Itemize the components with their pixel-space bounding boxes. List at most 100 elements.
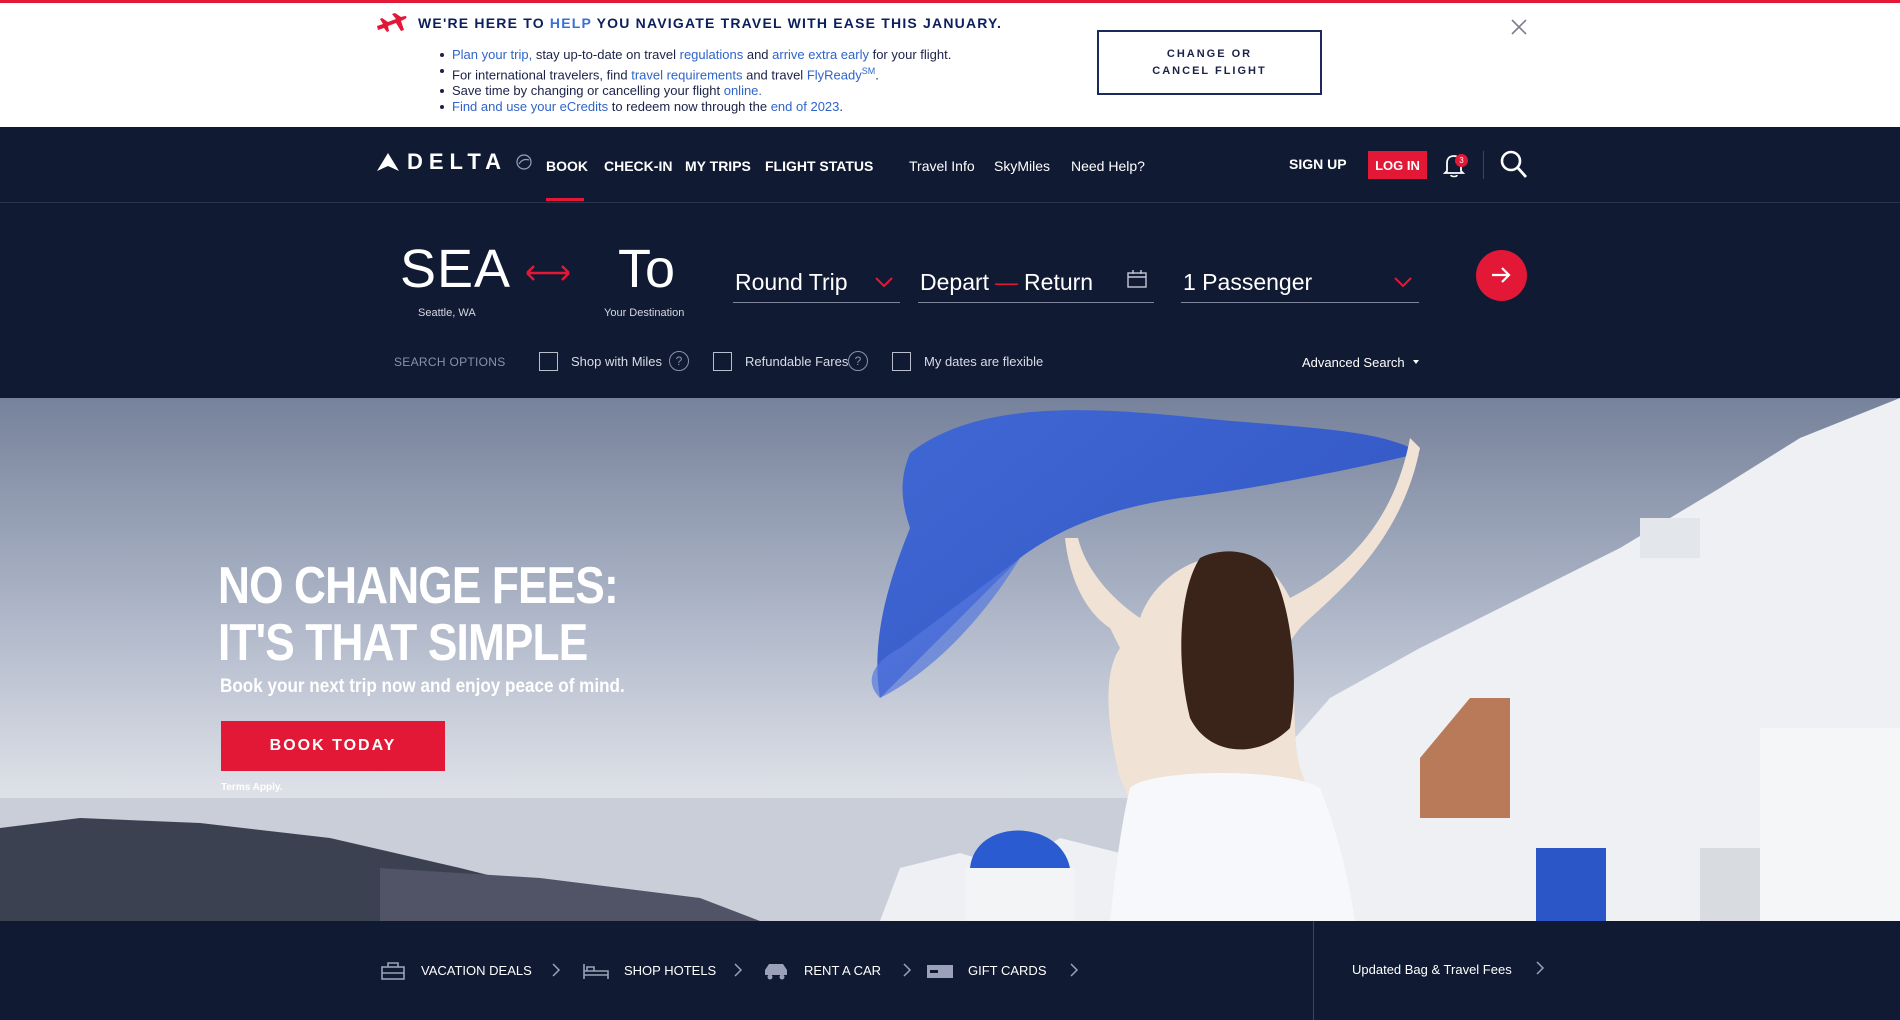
refundable-fares-label: Refundable Fares bbox=[745, 354, 849, 369]
alert-banner: WE'RE HERE TO HELP YOU NAVIGATE TRAVEL W… bbox=[0, 0, 1900, 127]
alert-inline-link[interactable]: SM bbox=[862, 66, 876, 76]
destination-airport[interactable]: To bbox=[618, 238, 675, 300]
alert-list-item: Find and use your eCredits to redeem now… bbox=[439, 99, 951, 115]
nav-divider bbox=[1483, 151, 1484, 179]
shop-with-miles-checkbox[interactable] bbox=[539, 352, 558, 371]
help-icon[interactable]: ? bbox=[848, 351, 868, 371]
alert-text: Save time by changing or cancelling your… bbox=[452, 83, 724, 99]
gift-card-icon bbox=[927, 964, 953, 978]
nav-check-in[interactable]: CHECK-IN bbox=[604, 158, 672, 174]
gift-cards-label: GIFT CARDS bbox=[968, 963, 1047, 978]
calendar-icon bbox=[1127, 270, 1147, 288]
destination-label: Your Destination bbox=[604, 307, 685, 319]
swap-arrows-icon[interactable] bbox=[524, 263, 572, 283]
help-link[interactable]: HELP bbox=[550, 15, 592, 31]
date-picker[interactable]: Depart — Return bbox=[918, 263, 1154, 303]
flexible-dates-checkbox[interactable] bbox=[892, 352, 911, 371]
flexible-dates-label: My dates are flexible bbox=[924, 354, 1044, 369]
alert-inline-link[interactable]: FlyReady bbox=[807, 67, 862, 82]
vacation-deals-link[interactable]: VACATION DEALS bbox=[379, 921, 532, 1020]
passenger-value: 1 Passenger bbox=[1183, 269, 1313, 295]
alert-text: for your flight. bbox=[868, 47, 952, 62]
delta-widget-icon bbox=[377, 153, 399, 171]
alert-list-item: For international travelers, find travel… bbox=[439, 63, 951, 83]
chevron-right-icon bbox=[552, 963, 561, 977]
rent-a-car-label: RENT A CAR bbox=[804, 963, 882, 978]
alert-title-text: WE'RE HERE TO bbox=[418, 15, 550, 31]
trip-type-value: Round Trip bbox=[735, 269, 848, 295]
hero-headline-2: IT'S THAT SIMPLE bbox=[218, 614, 588, 672]
trip-type-select[interactable]: Round Trip bbox=[733, 263, 900, 303]
notification-badge: 3 bbox=[1455, 154, 1468, 167]
nav-flight-status[interactable]: FLIGHT STATUS bbox=[765, 158, 873, 174]
alert-inline-link[interactable]: online. bbox=[724, 83, 762, 98]
caret-down-icon bbox=[1413, 360, 1419, 364]
shop-hotels-label: SHOP HOTELS bbox=[624, 963, 717, 978]
refundable-fares-checkbox[interactable] bbox=[713, 352, 732, 371]
nav-book[interactable]: BOOK bbox=[546, 158, 588, 174]
date-separator: — bbox=[995, 269, 1019, 295]
origin-city: Seattle, WA bbox=[418, 307, 476, 319]
vacation-deals-label: VACATION DEALS bbox=[421, 963, 532, 978]
gift-cards-link[interactable]: GIFT CARDS bbox=[926, 921, 1047, 1020]
alert-text: . bbox=[839, 99, 844, 115]
main-nav: DELTA BOOK CHECK-IN MY TRIPS FLIGHT STAT… bbox=[0, 127, 1900, 203]
skyteam-icon bbox=[516, 154, 532, 170]
search-options-label: SEARCH OPTIONS bbox=[394, 355, 506, 369]
alert-inline-link[interactable]: end of 2023 bbox=[771, 99, 840, 114]
alert-list-item: Plan your trip, stay up-to-date on trave… bbox=[439, 47, 952, 63]
chevron-down-icon bbox=[875, 277, 893, 288]
terms-link[interactable]: Terms Apply. bbox=[221, 782, 283, 793]
nav-need-help[interactable]: Need Help? bbox=[1071, 158, 1145, 174]
alert-list: Plan your trip, stay up-to-date on trave… bbox=[439, 47, 952, 115]
car-icon bbox=[765, 963, 787, 979]
alert-text: to redeem now through the bbox=[608, 99, 771, 115]
arrow-right-icon bbox=[1492, 267, 1511, 283]
alert-inline-link[interactable]: travel requirements bbox=[631, 67, 742, 82]
alert-text: . bbox=[875, 67, 879, 83]
alert-title-text: YOU NAVIGATE TRAVEL WITH EASE THIS JANUA… bbox=[591, 15, 1003, 31]
alert-inline-link[interactable]: Plan your trip, bbox=[452, 47, 532, 62]
log-in-button[interactable]: LOG IN bbox=[1368, 151, 1427, 179]
origin-airport[interactable]: SEA bbox=[400, 238, 511, 300]
advanced-search-link[interactable]: Advanced Search bbox=[1302, 355, 1405, 370]
alert-text: stay up-to-date on travel bbox=[532, 47, 680, 62]
bottom-links-bar: VACATION DEALS SHOP HOTELS RENT A CAR GI… bbox=[0, 921, 1900, 1020]
bottom-divider bbox=[1313, 921, 1314, 1020]
active-tab-indicator bbox=[546, 198, 584, 201]
bag-travel-fees-link[interactable]: Updated Bag & Travel Fees bbox=[1352, 962, 1512, 977]
hero-subheadline: Book your next trip now and enjoy peace … bbox=[220, 676, 625, 697]
chevron-right-icon bbox=[734, 963, 743, 977]
close-icon[interactable] bbox=[1509, 17, 1529, 37]
logo-text: DELTA bbox=[407, 149, 508, 174]
sign-up-link[interactable]: SIGN UP bbox=[1289, 156, 1347, 172]
bed-icon bbox=[583, 963, 609, 979]
nav-travel-info[interactable]: Travel Info bbox=[909, 158, 975, 174]
hero-headline-1: NO CHANGE FEES: bbox=[218, 557, 619, 615]
help-icon[interactable]: ? bbox=[669, 351, 689, 371]
delta-logo[interactable]: DELTA bbox=[377, 149, 533, 175]
chevron-down-icon bbox=[1394, 277, 1412, 288]
shop-hotels-link[interactable]: SHOP HOTELS bbox=[582, 921, 716, 1020]
search-flights-button[interactable] bbox=[1476, 250, 1527, 301]
alert-text: For international travelers, find bbox=[452, 67, 632, 83]
change-cancel-flight-button[interactable]: CHANGE OR CANCEL FLIGHT bbox=[1097, 30, 1322, 95]
chevron-right-icon bbox=[903, 963, 912, 977]
depart-label: Depart bbox=[920, 269, 990, 295]
chevron-right-icon bbox=[1070, 963, 1079, 977]
book-today-button[interactable]: BOOK TODAY bbox=[221, 721, 445, 771]
chevron-right-icon bbox=[1536, 961, 1545, 975]
plane-icon bbox=[377, 13, 407, 32]
alert-inline-link[interactable]: arrive extra early bbox=[772, 47, 869, 62]
alert-inline-link[interactable]: Find and use your eCredits bbox=[452, 99, 608, 114]
alert-text: and bbox=[743, 47, 773, 62]
hero-banner: NO CHANGE FEES: IT'S THAT SIMPLE Book yo… bbox=[0, 398, 1900, 921]
alert-title: WE'RE HERE TO HELP YOU NAVIGATE TRAVEL W… bbox=[418, 15, 1002, 31]
booking-widget: SEA Seattle, WA To Your Destination Roun… bbox=[0, 203, 1900, 398]
search-icon[interactable] bbox=[1500, 149, 1528, 179]
passenger-select[interactable]: 1 Passenger bbox=[1181, 263, 1419, 303]
nav-skymiles[interactable]: SkyMiles bbox=[994, 158, 1050, 174]
nav-my-trips[interactable]: MY TRIPS bbox=[685, 158, 751, 174]
alert-inline-link[interactable]: regulations bbox=[680, 47, 744, 62]
rent-a-car-link[interactable]: RENT A CAR bbox=[762, 921, 881, 1020]
